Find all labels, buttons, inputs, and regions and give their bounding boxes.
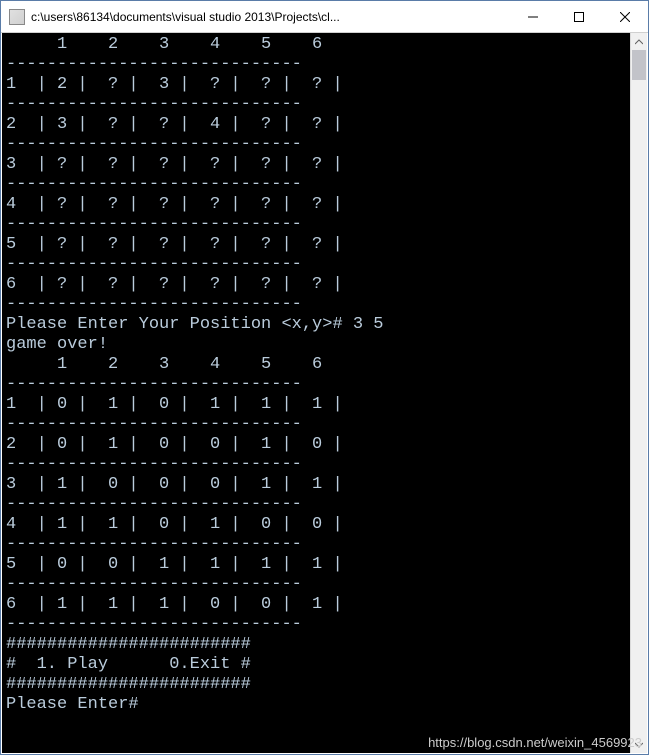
titlebar[interactable]: c:\users\86134\documents\visual studio 2… bbox=[1, 1, 648, 33]
vertical-scrollbar[interactable] bbox=[630, 33, 647, 753]
close-button[interactable] bbox=[602, 1, 648, 32]
maximize-icon bbox=[574, 12, 584, 22]
window-frame: c:\users\86134\documents\visual studio 2… bbox=[0, 0, 649, 755]
window-controls bbox=[510, 1, 648, 32]
app-icon bbox=[9, 9, 25, 25]
console-output[interactable]: 1 2 3 4 5 6 ----------------------------… bbox=[2, 33, 630, 753]
chevron-up-icon bbox=[635, 39, 643, 45]
minimize-icon bbox=[528, 12, 538, 22]
scroll-thumb[interactable] bbox=[632, 50, 646, 80]
scroll-up-button[interactable] bbox=[631, 33, 647, 50]
window-title: c:\users\86134\documents\visual studio 2… bbox=[31, 10, 510, 24]
close-icon bbox=[620, 12, 630, 22]
chevron-down-icon bbox=[635, 742, 643, 748]
minimize-button[interactable] bbox=[510, 1, 556, 32]
client-area: 1 2 3 4 5 6 ----------------------------… bbox=[2, 33, 647, 753]
scroll-down-button[interactable] bbox=[631, 736, 647, 753]
maximize-button[interactable] bbox=[556, 1, 602, 32]
